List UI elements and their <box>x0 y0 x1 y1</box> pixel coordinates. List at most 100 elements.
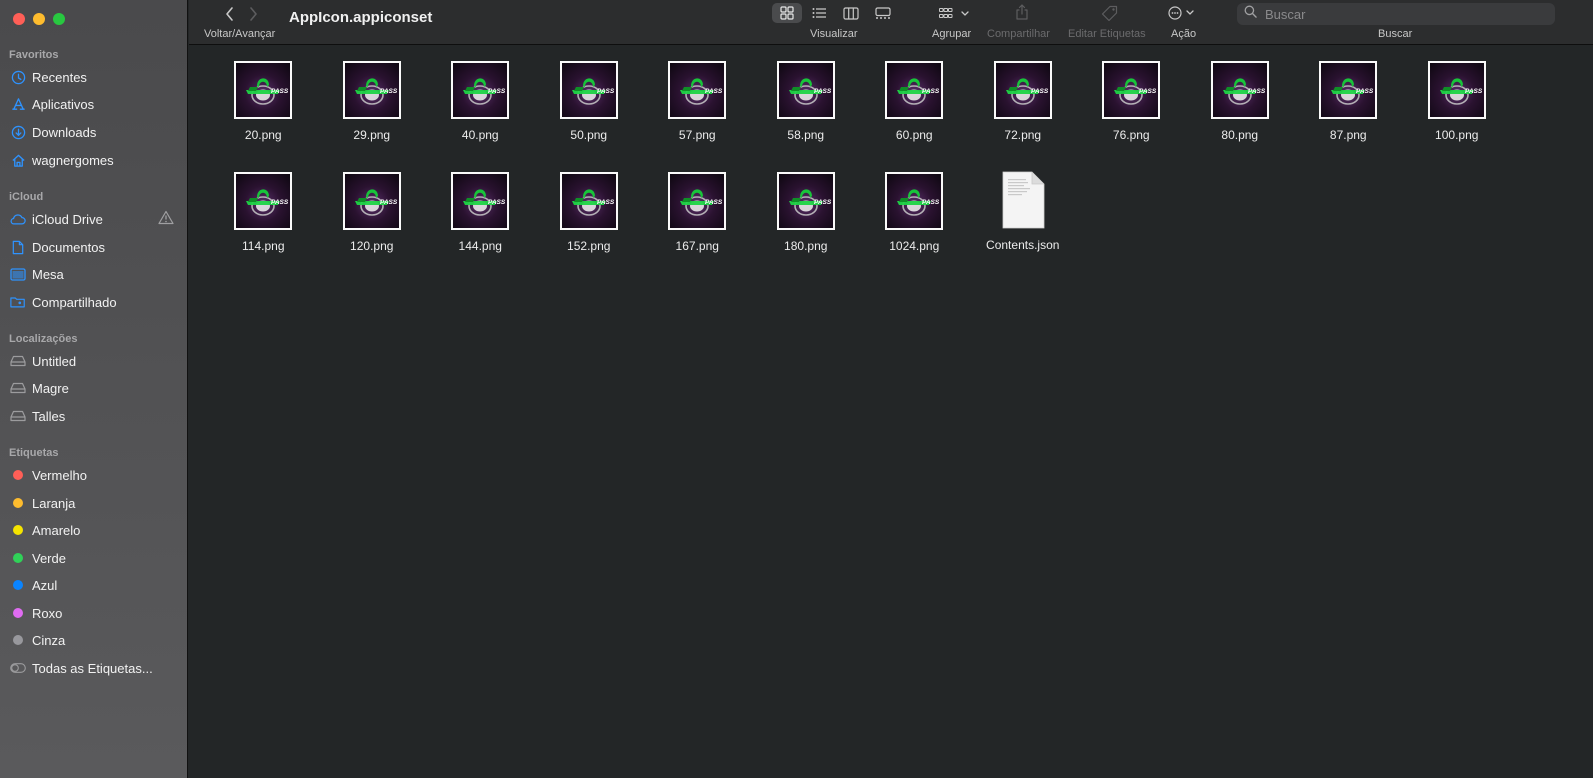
column-view-button[interactable] <box>836 3 866 23</box>
file-item[interactable]: PASS 50.png <box>535 60 644 171</box>
json-file-icon <box>1001 171 1045 229</box>
file-item[interactable]: PASS 114.png <box>209 171 318 282</box>
sidebar-tag-roxo[interactable]: Roxo <box>10 601 180 625</box>
file-item[interactable]: PASS 60.png <box>860 60 969 171</box>
file-item[interactable]: PASS 58.png <box>752 60 861 171</box>
image-thumbnail: PASS <box>234 61 293 119</box>
file-item[interactable]: Contents.json <box>969 171 1078 282</box>
file-name: 114.png <box>242 238 285 253</box>
svg-text:PASS: PASS <box>1031 88 1049 95</box>
tag-icon[interactable] <box>1101 5 1119 26</box>
file-item[interactable]: PASS 87.png <box>1294 60 1403 171</box>
sidebar-tag-verde[interactable]: Verde <box>10 546 180 570</box>
sidebar-item-compartilhado[interactable]: Compartilhado <box>10 290 180 314</box>
sidebar-item-label: Mesa <box>32 266 64 282</box>
sidebar-item-icloud-drive[interactable]: iCloud Drive <box>10 207 180 231</box>
sidebar-item-documentos[interactable]: Documentos <box>10 235 180 259</box>
image-thumbnail: PASS <box>1102 61 1161 119</box>
sidebar-item-label: Azul <box>32 577 58 593</box>
svg-text:PASS: PASS <box>1248 88 1266 95</box>
list-view-button[interactable] <box>804 3 834 23</box>
file-item[interactable]: PASS 167.png <box>643 171 752 282</box>
edit-tags-label: Editar Etiquetas <box>1068 28 1146 40</box>
image-thumbnail: PASS <box>342 171 401 230</box>
file-item[interactable]: PASS 76.png <box>1077 60 1186 171</box>
file-item[interactable]: PASS 152.png <box>535 171 644 282</box>
file-item[interactable]: PASS 40.png <box>426 60 535 171</box>
svg-text:PASS: PASS <box>814 199 832 206</box>
sidebar-item-wagnergomes[interactable]: wagnergomes <box>10 148 180 172</box>
minimize-button[interactable] <box>33 13 45 25</box>
sidebar-item-all-tags[interactable]: Todas as Etiquetas... <box>10 656 180 680</box>
forward-button[interactable] <box>247 6 259 27</box>
sidebar-tag-amarelo[interactable]: Amarelo <box>10 518 180 542</box>
drive-icon <box>10 353 26 369</box>
file-item[interactable]: PASS 20.png <box>209 60 318 171</box>
svg-text:PASS: PASS <box>1139 88 1157 95</box>
file-name: 80.png <box>1221 128 1259 142</box>
file-item[interactable]: PASS 100.png <box>1403 60 1512 171</box>
back-forward-label: Voltar/Avançar <box>204 28 276 40</box>
file-item[interactable]: PASS 80.png <box>1186 60 1295 171</box>
svg-text:PASS: PASS <box>488 199 506 206</box>
sidebar-item-downloads[interactable]: Downloads <box>10 120 180 144</box>
file-name: 50.png <box>570 128 608 142</box>
image-thumbnail: PASS <box>1210 61 1269 119</box>
sidebar-item-aplicativos[interactable]: Aplicativos <box>10 92 180 116</box>
sidebar-item-talles[interactable]: Talles <box>10 404 180 428</box>
group-button[interactable] <box>939 7 969 25</box>
window-title: AppIcon.appiconset <box>289 9 433 26</box>
file-item[interactable]: PASS 144.png <box>426 171 535 282</box>
share-icon[interactable] <box>1015 4 1029 25</box>
sidebar-item-label: Documentos <box>32 239 105 255</box>
file-item[interactable]: PASS 29.png <box>318 60 427 171</box>
file-name: 40.png <box>461 128 499 142</box>
image-thumbnail: PASS <box>559 171 618 230</box>
sidebar-item-mesa[interactable]: Mesa <box>10 262 180 286</box>
file-name: 144.png <box>458 238 502 253</box>
image-thumbnail: PASS <box>1319 61 1378 119</box>
svg-text:PASS: PASS <box>380 199 398 206</box>
file-name: 120.png <box>350 238 394 253</box>
file-name: 167.png <box>675 238 719 253</box>
file-item[interactable]: PASS 180.png <box>752 171 861 282</box>
tags-heading: Etiquetas <box>9 447 59 459</box>
sidebar-item-magre[interactable]: Magre <box>10 376 180 400</box>
sidebar-tag-cinza[interactable]: Cinza <box>10 628 180 652</box>
file-name: 29.png <box>353 128 391 142</box>
sidebar-item-label: Amarelo <box>32 522 81 538</box>
sidebar-item-label: Aplicativos <box>32 96 95 112</box>
file-item[interactable]: PASS 57.png <box>643 60 752 171</box>
image-thumbnail: PASS <box>451 171 510 230</box>
zoom-button[interactable] <box>53 13 65 25</box>
gallery-view-button[interactable] <box>868 3 898 23</box>
warning-icon[interactable] <box>158 210 174 228</box>
icon-view-button[interactable] <box>772 3 802 23</box>
close-button[interactable] <box>13 13 25 25</box>
file-name: 1024.png <box>889 238 940 253</box>
sidebar-item-label: Untitled <box>32 353 77 369</box>
cloud-icon <box>10 211 26 227</box>
svg-text:PASS: PASS <box>922 199 940 206</box>
action-menu-button[interactable] <box>1168 6 1196 25</box>
file-item[interactable]: PASS 1024.png <box>860 171 969 282</box>
svg-text:PASS: PASS <box>597 199 615 206</box>
sidebar-item-untitled[interactable]: Untitled <box>10 349 180 373</box>
sidebar-item-label: iCloud Drive <box>32 211 103 227</box>
image-thumbnail: PASS <box>885 61 944 119</box>
image-thumbnail: PASS <box>668 61 727 119</box>
svg-text:PASS: PASS <box>1356 88 1374 95</box>
svg-text:PASS: PASS <box>380 88 398 95</box>
search-input[interactable] <box>1263 5 1547 23</box>
sidebar-tag-azul[interactable]: Azul <box>10 573 180 597</box>
search-field[interactable] <box>1237 3 1555 25</box>
sidebar-item-recentes[interactable]: Recentes <box>10 65 180 89</box>
favorites-heading: Favoritos <box>9 49 59 61</box>
download-icon <box>10 124 26 140</box>
file-item[interactable]: PASS 120.png <box>318 171 427 282</box>
back-button[interactable] <box>224 6 236 27</box>
file-item[interactable]: PASS 72.png <box>969 60 1078 171</box>
toolbar: Voltar/Avançar AppIcon.appiconset Visual… <box>189 0 1593 45</box>
sidebar-tag-laranja[interactable]: Laranja <box>10 491 180 515</box>
sidebar-tag-vermelho[interactable]: Vermelho <box>10 463 180 487</box>
